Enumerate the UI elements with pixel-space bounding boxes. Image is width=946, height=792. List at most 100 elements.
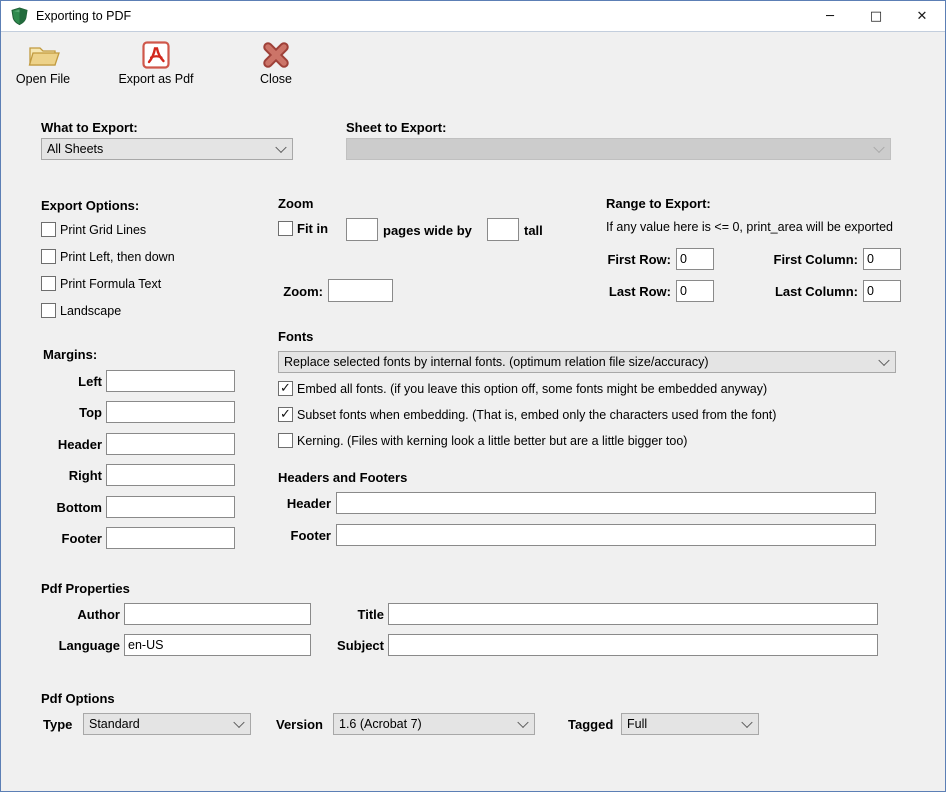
margin-top-input[interactable]: [106, 401, 235, 423]
last-column-label: Last Column:: [741, 284, 858, 299]
checkbox-box: ✓: [278, 381, 293, 396]
toolbar: Open File Export as Pdf Close: [1, 33, 945, 103]
checkbox-subset-fonts[interactable]: ✓ Subset fonts when embedding. (That is,…: [278, 407, 776, 422]
titlebar: Exporting to PDF ─ □ ✕: [1, 1, 945, 32]
chevron-down-icon: [277, 143, 285, 151]
language-label: Language: [31, 638, 120, 653]
margin-footer-input[interactable]: [106, 527, 235, 549]
sheet-to-export-label: Sheet to Export:: [346, 120, 446, 135]
export-options-heading: Export Options:: [41, 198, 139, 213]
last-column-input[interactable]: [863, 280, 901, 302]
checkbox-print-formula-text[interactable]: Print Formula Text: [41, 276, 161, 291]
checkbox-box: [278, 221, 293, 236]
window-title: Exporting to PDF: [36, 9, 131, 23]
first-row-label: First Row:: [596, 252, 671, 267]
checkbox-label: Subset fonts when embedding. (That is, e…: [297, 408, 776, 422]
last-row-input[interactable]: [676, 280, 714, 302]
exporting-to-pdf-dialog: Exporting to PDF ─ □ ✕ Open File: [0, 0, 946, 792]
footer-label: Footer: [271, 528, 331, 543]
title-label: Title: [304, 607, 384, 622]
font-replace-value: Replace selected fonts by internal fonts…: [284, 355, 709, 369]
checkbox-box: [41, 222, 56, 237]
checkbox-box: ✓: [278, 407, 293, 422]
zoom-value-label: Zoom:: [253, 284, 323, 299]
window-controls: ─ □ ✕: [807, 1, 945, 31]
margin-left-input[interactable]: [106, 370, 235, 392]
footer-input[interactable]: [336, 524, 876, 546]
pages-tall-input[interactable]: [487, 218, 519, 241]
checkbox-label: Print Left, then down: [60, 250, 175, 264]
zoom-heading: Zoom: [278, 196, 313, 211]
open-file-label: Open File: [16, 72, 70, 86]
close-button[interactable]: ✕: [899, 1, 945, 31]
margin-left-label: Left: [21, 374, 102, 389]
subject-input[interactable]: [388, 634, 878, 656]
checkbox-box: [41, 276, 56, 291]
type-value: Standard: [89, 717, 140, 731]
close-tool-button[interactable]: Close: [241, 40, 311, 86]
minimize-button[interactable]: ─: [807, 1, 853, 31]
maximize-button[interactable]: □: [853, 1, 899, 31]
tagged-select[interactable]: Full: [621, 713, 759, 735]
margin-header-label: Header: [21, 437, 102, 452]
margin-right-input[interactable]: [106, 464, 235, 486]
title-input[interactable]: [388, 603, 878, 625]
checkbox-fit-in[interactable]: Fit in: [278, 221, 328, 236]
range-to-export-heading: Range to Export:: [606, 196, 711, 211]
sheet-to-export-select[interactable]: [346, 138, 891, 160]
chevron-down-icon: [875, 143, 883, 151]
checkbox-label: Print Grid Lines: [60, 223, 146, 237]
pdf-options-heading: Pdf Options: [41, 691, 115, 706]
tagged-label: Tagged: [568, 717, 613, 732]
margin-top-label: Top: [21, 405, 102, 420]
version-select[interactable]: 1.6 (Acrobat 7): [333, 713, 535, 735]
checkbox-label: Print Formula Text: [60, 277, 161, 291]
margin-right-label: Right: [21, 468, 102, 483]
version-label: Version: [276, 717, 323, 732]
pages-wide-input[interactable]: [346, 218, 378, 241]
export-as-pdf-button[interactable]: Export as Pdf: [111, 40, 201, 86]
language-input[interactable]: [124, 634, 311, 656]
checkbox-print-left-then-down[interactable]: Print Left, then down: [41, 249, 175, 264]
chevron-down-icon: [880, 356, 888, 364]
author-input[interactable]: [124, 603, 311, 625]
first-column-label: First Column:: [741, 252, 858, 267]
checkbox-box: [41, 303, 56, 318]
header-label: Header: [271, 496, 331, 511]
shield-icon: [10, 7, 29, 26]
what-to-export-label: What to Export:: [41, 120, 138, 135]
version-value: 1.6 (Acrobat 7): [339, 717, 422, 731]
margin-bottom-input[interactable]: [106, 496, 235, 518]
pdf-icon: [142, 40, 170, 69]
zoom-input[interactable]: [328, 279, 393, 302]
first-row-input[interactable]: [676, 248, 714, 270]
checkbox-kerning[interactable]: Kerning. (Files with kerning look a litt…: [278, 433, 687, 448]
open-file-button[interactable]: Open File: [7, 40, 79, 86]
author-label: Author: [41, 607, 120, 622]
chevron-down-icon: [743, 718, 751, 726]
checkbox-label: Landscape: [60, 304, 121, 318]
checkbox-label: Fit in: [297, 221, 328, 236]
checkbox-landscape[interactable]: Landscape: [41, 303, 121, 318]
close-tool-label: Close: [260, 72, 292, 86]
fonts-heading: Fonts: [278, 329, 313, 344]
margin-bottom-label: Bottom: [21, 500, 102, 515]
subject-label: Subject: [304, 638, 384, 653]
checkbox-print-grid-lines[interactable]: Print Grid Lines: [41, 222, 146, 237]
header-input[interactable]: [336, 492, 876, 514]
red-x-icon: [262, 40, 290, 69]
checkbox-label: Embed all fonts. (if you leave this opti…: [297, 382, 767, 396]
pdf-properties-heading: Pdf Properties: [41, 581, 130, 596]
what-to-export-value: All Sheets: [47, 142, 103, 156]
checkbox-box: [41, 249, 56, 264]
first-column-input[interactable]: [863, 248, 901, 270]
type-label: Type: [43, 717, 72, 732]
what-to-export-select[interactable]: All Sheets: [41, 138, 293, 160]
margin-header-input[interactable]: [106, 433, 235, 455]
margin-footer-label: Footer: [21, 531, 102, 546]
pages-wide-by-label: pages wide by: [383, 223, 472, 238]
checkbox-embed-all-fonts[interactable]: ✓ Embed all fonts. (if you leave this op…: [278, 381, 767, 396]
type-select[interactable]: Standard: [83, 713, 251, 735]
font-replace-select[interactable]: Replace selected fonts by internal fonts…: [278, 351, 896, 373]
tall-label: tall: [524, 223, 543, 238]
